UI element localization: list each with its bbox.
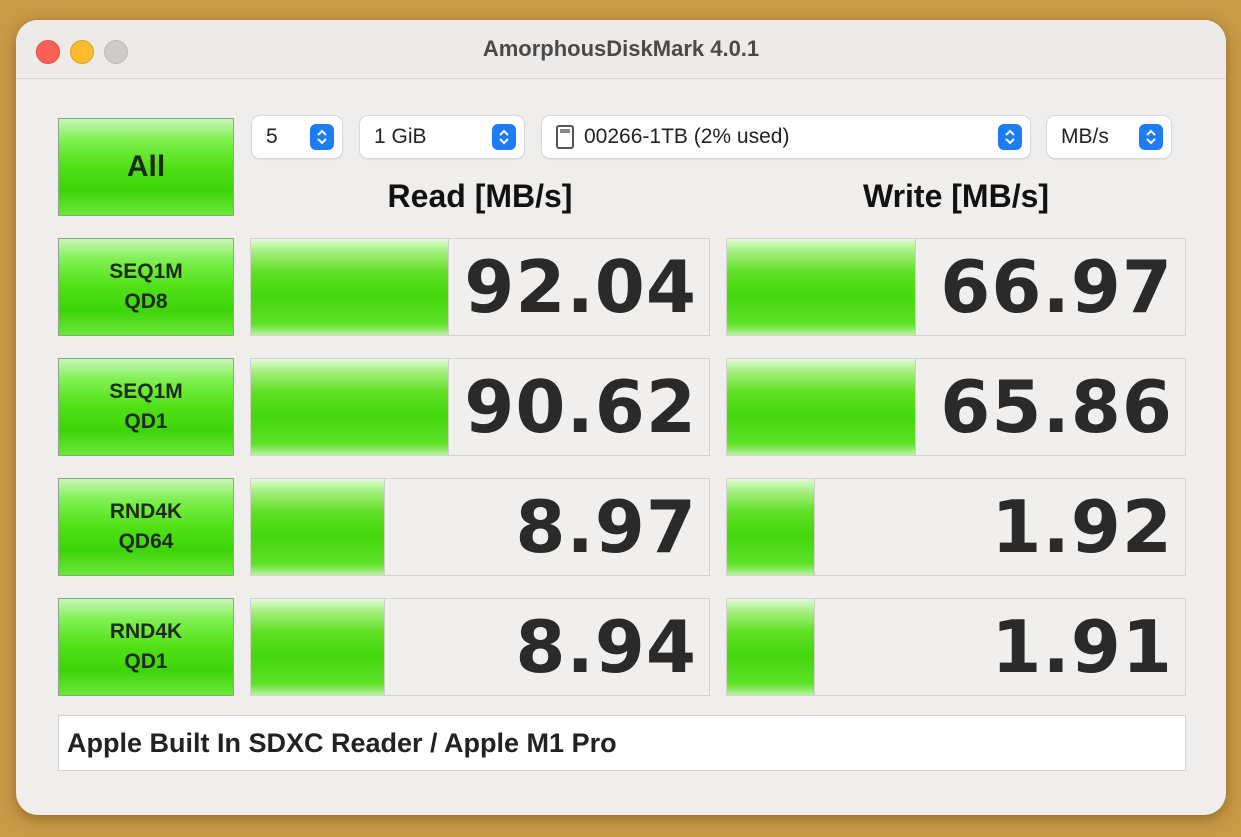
- read-bar: [251, 359, 449, 455]
- read-column-header: Read [MB/s]: [387, 178, 573, 214]
- chevron-up-down-icon: [1139, 124, 1163, 150]
- sd-card-icon: [556, 125, 574, 149]
- chevron-up-down-icon: [310, 124, 334, 150]
- test-queue-label: QD64: [118, 530, 174, 553]
- seq1m-qd8-write-result: 66.97: [726, 238, 1186, 336]
- test-name-label: SEQ1M: [109, 260, 183, 283]
- rnd4k-qd1-read-result: 8.94: [250, 598, 710, 696]
- seq1m-qd1-test-button[interactable]: SEQ1M QD1: [58, 358, 234, 456]
- app-window: AmorphousDiskMark 4.0.1 All 5 1 GiB 0026…: [16, 20, 1226, 815]
- read-bar: [251, 599, 385, 695]
- write-value: 1.92: [991, 485, 1173, 569]
- seq1m-qd8-test-button[interactable]: SEQ1M QD8: [58, 238, 234, 336]
- write-bar: [727, 479, 816, 575]
- test-name-label: RND4K: [109, 620, 183, 643]
- read-bar: [251, 239, 449, 335]
- read-value: 90.62: [464, 365, 697, 449]
- rnd4k-qd64-read-result: 8.97: [250, 478, 710, 576]
- rnd4k-qd64-test-button[interactable]: RND4K QD64: [58, 478, 234, 576]
- test-count-select[interactable]: 5: [252, 116, 342, 158]
- read-value: 92.04: [464, 245, 697, 329]
- test-queue-label: QD1: [124, 650, 168, 673]
- rnd4k-qd1-write-result: 1.91: [726, 598, 1186, 696]
- test-queue-label: QD8: [124, 290, 168, 313]
- chevron-up-down-icon: [492, 124, 516, 150]
- seq1m-qd1-write-result: 65.86: [726, 358, 1186, 456]
- window-title: AmorphousDiskMark 4.0.1: [482, 36, 760, 61]
- target-volume-select[interactable]: 00266-1TB (2% used): [542, 116, 1030, 158]
- title-bar: AmorphousDiskMark 4.0.1: [16, 20, 1226, 79]
- test-name-label: SEQ1M: [109, 380, 183, 403]
- test-size-value: 1 GiB: [374, 125, 427, 148]
- write-value: 66.97: [940, 245, 1173, 329]
- rnd4k-qd64-write-result: 1.92: [726, 478, 1186, 576]
- test-size-select[interactable]: 1 GiB: [360, 116, 524, 158]
- write-bar: [727, 239, 916, 335]
- comment-field[interactable]: Apple Built In SDXC Reader / Apple M1 Pr…: [58, 715, 1186, 771]
- test-count-value: 5: [266, 125, 278, 148]
- write-column-header: Write [MB/s]: [862, 178, 1050, 214]
- seq1m-qd1-read-result: 90.62: [250, 358, 710, 456]
- read-bar: [251, 479, 385, 575]
- write-value: 65.86: [940, 365, 1173, 449]
- unit-select[interactable]: MB/s: [1047, 116, 1171, 158]
- write-value: 1.91: [991, 605, 1173, 689]
- unit-value: MB/s: [1061, 125, 1109, 148]
- write-bar: [727, 599, 816, 695]
- seq1m-qd8-read-result: 92.04: [250, 238, 710, 336]
- rnd4k-qd1-test-button[interactable]: RND4K QD1: [58, 598, 234, 696]
- test-queue-label: QD1: [124, 410, 168, 433]
- read-value: 8.94: [515, 605, 697, 689]
- target-volume-value: 00266-1TB (2% used): [584, 125, 790, 148]
- run-all-button[interactable]: All: [58, 118, 234, 216]
- chevron-up-down-icon: [998, 124, 1022, 150]
- read-value: 8.97: [515, 485, 697, 569]
- test-name-label: RND4K: [109, 500, 183, 523]
- write-bar: [727, 359, 916, 455]
